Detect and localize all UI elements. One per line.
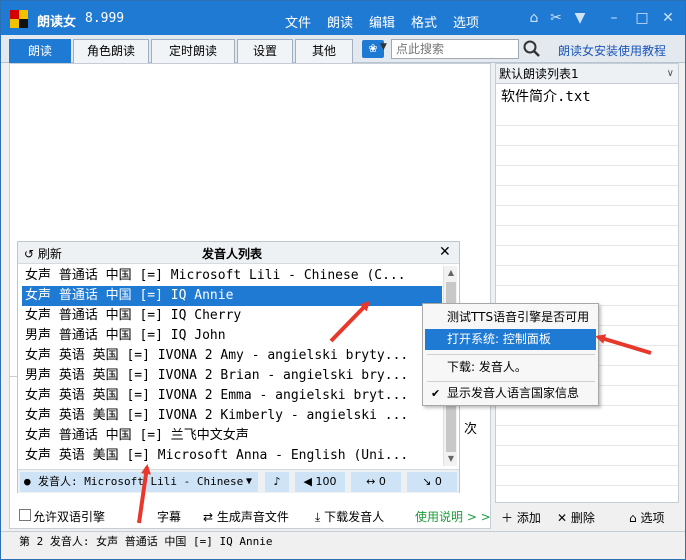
voice-list: 女声 普通话 中国 [=] Microsoft Lili - Chinese (… [22,266,442,466]
volume-icon: ◀ [303,475,316,488]
voice-list-item[interactable]: 女声 英语 美国 [=] IVONA 2 Kimberly - angielsk… [22,406,442,426]
person-icon: ● [24,475,31,488]
options-button[interactable]: ⌂ 选项 [629,509,664,526]
tutorial-link[interactable]: 朗读女安装使用教程 [558,42,666,59]
app-window: 朗读女 8.999 文件 朗读 编辑 格式 选项 ⌂ ✂ ▼ – □ ✕ 朗读 … [0,0,686,560]
menu-item-show-voice-info[interactable]: 显示发音人语言国家信息 [425,383,596,404]
voice-list-item[interactable]: 女声 普通话 中国 [=] IQ Annie [22,286,442,306]
menu-format[interactable]: 格式 [411,12,437,31]
voice-list-title: 发音人列表 [202,247,263,261]
add-label: 添加 [516,511,541,525]
voice-list-item[interactable]: 男声 普通话 中国 [=] IQ John [22,326,442,346]
refresh-icon: ↺ [24,247,38,261]
voice-list-item[interactable]: 女声 英语 美国 [=] Microsoft Anna - English (U… [22,446,442,466]
editor-side-label: 次 [464,422,478,437]
read-list-panel: 默认朗读列表1 ∨ 软件简介.txt [495,63,679,503]
home-icon[interactable]: ⌂ [525,9,543,27]
tab-role-read[interactable]: 角色朗读 [73,39,149,63]
options-icon: ⌂ [629,511,641,525]
context-menu: 测试TTS语音引擎是否可用 打开系统: 控制面板 下载: 发音人。 ✔ 显示发音… [422,303,599,406]
voice-list-item[interactable]: 女声 英语 英国 [=] IVONA 2 Amy - angielski bry… [22,346,442,366]
search-icon[interactable] [522,39,542,59]
maximize-icon[interactable]: □ [633,9,651,27]
menu-edit[interactable]: 编辑 [369,12,395,31]
delete-label: 删除 [570,511,595,525]
menu-separator [427,381,595,382]
refresh-label: 刷新 [37,247,62,261]
tab-read[interactable]: 朗读 [9,39,71,63]
usage-guide-link[interactable]: 使用说明 > > [415,508,491,525]
allow-dual-engine-checkbox[interactable] [19,509,31,521]
close-icon[interactable]: ✕ [659,9,677,27]
delete-button[interactable]: ✕ 删除 [557,509,595,526]
download-voice-button[interactable]: ⤓ 下载发音人 [315,508,384,525]
scroll-down-icon[interactable]: ▼ [444,452,458,466]
search-input[interactable] [391,39,519,59]
generate-audio-label: 生成声音文件 [216,510,289,524]
menu-options[interactable]: 选项 [453,12,479,31]
delete-icon: ✕ [557,511,571,525]
allow-dual-engine-label: 允许双语引擎 [33,510,106,524]
close-icon[interactable]: ✕ [439,244,451,260]
voice-selector-label: 发音人: Microsoft Lili - Chinese [38,475,244,488]
menu-file[interactable]: 文件 [285,12,311,31]
read-list-item[interactable]: 软件简介.txt [501,86,591,106]
voice-control-bar: ● 发音人: Microsoft Lili - Chinese ▼ ♪ ◀ 10… [18,469,459,493]
read-list-select[interactable]: 默认朗读列表1 ∨ [496,64,678,84]
pitch-icon: ↘ [422,475,435,488]
tab-timed-read[interactable]: 定时朗读 [151,39,235,63]
app-logo-icon [10,10,28,28]
tools-icon[interactable]: ✂ [547,9,565,27]
add-button[interactable]: ＋ 添加 [501,509,541,526]
options-label: 选项 [640,511,665,525]
refresh-button[interactable]: ↺ 刷新 [24,245,62,262]
plus-icon: ＋ [501,511,517,525]
pitch-value: 0 [434,475,442,488]
read-list-name: 默认朗读列表1 [499,67,579,81]
speed-icon: ↔ [366,475,379,488]
chevron-down-icon: ▼ [245,476,252,487]
title-bar: 朗读女 8.999 文件 朗读 编辑 格式 选项 ⌂ ✂ ▼ – □ ✕ [1,1,685,35]
subtitle-button[interactable]: 字幕 [157,508,181,525]
volume-value: 100 [315,475,337,488]
download-icon: ⤓ [315,510,325,524]
app-version: 8.999 [85,11,125,26]
microphone-icon[interactable]: ♪ [265,472,289,492]
voice-list-item[interactable]: 女声 英语 英国 [=] IVONA 2 Emma - angielski br… [22,386,442,406]
voice-list-item[interactable]: 女声 普通话 中国 [=] IQ Cherry [22,306,442,326]
status-bar: 第 2 发音人: 女声 普通话 中国 [=] IQ Annie [1,531,685,559]
voice-list-header: ↺ 刷新 发音人列表 ✕ [18,242,459,264]
menu-read[interactable]: 朗读 [327,12,353,31]
app-name: 朗读女 [37,15,77,30]
voice-selector[interactable]: ● 发音人: Microsoft Lili - Chinese ▼ [20,472,258,492]
speed-value: 0 [378,475,386,488]
voice-list-item[interactable]: 女声 普通话 中国 [=] Microsoft Lili - Chinese (… [22,266,442,286]
menu-item-test-tts[interactable]: 测试TTS语音引擎是否可用 [425,307,596,328]
menu-item-download-voice[interactable]: 下载: 发音人。 [425,357,596,378]
menu-item-open-control-panel[interactable]: 打开系统: 控制面板 [425,329,596,350]
search-engine-dropdown-icon[interactable]: ▼ [380,42,387,52]
volume-control[interactable]: ◀ 100 [295,472,345,492]
refresh-arrows-icon: ⇄ [203,510,217,524]
pitch-control[interactable]: ↘ 0 [407,472,457,492]
download-voice-label: 下载发音人 [324,510,385,524]
voice-list-panel: ↺ 刷新 发音人列表 ✕ 女声 普通话 中国 [=] Microsoft Lil… [17,241,460,493]
minimize-icon[interactable]: – [605,9,623,27]
speed-control[interactable]: ↔ 0 [351,472,401,492]
shirt-icon[interactable]: ▼ [571,9,589,27]
menu-separator [427,354,595,355]
voice-list-item[interactable]: 女声 普通话 中国 [=] 兰飞中文女声 [22,426,442,446]
chevron-down-icon: ∨ [666,68,674,79]
voice-list-item[interactable]: 男声 英语 英国 [=] IVONA 2 Brian - angielski b… [22,366,442,386]
tab-other[interactable]: 其他 [295,39,353,63]
scroll-up-icon[interactable]: ▲ [444,266,458,280]
generate-audio-button[interactable]: ⇄ 生成声音文件 [203,508,289,525]
tab-settings[interactable]: 设置 [237,39,293,63]
